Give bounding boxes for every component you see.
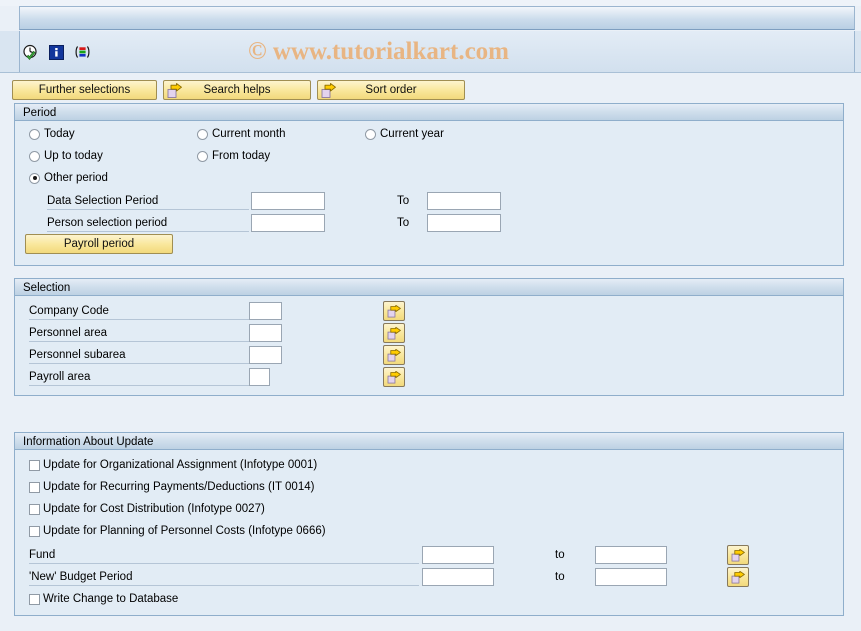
fund-label: Fund: [29, 549, 419, 564]
radio-up-to-today-label: Up to today: [44, 150, 103, 162]
new-budget-period-to-input[interactable]: [595, 568, 667, 586]
new-budget-period-label: 'New' Budget Period: [29, 571, 419, 586]
fund-select-button[interactable]: [727, 545, 749, 565]
fund-to-label: to: [555, 549, 565, 561]
new-budget-period-from-input[interactable]: [422, 568, 494, 586]
radio-from-today-marker[interactable]: [197, 151, 208, 162]
arrow-right-icon: [321, 83, 337, 102]
radio-from-today[interactable]: From today: [197, 150, 270, 162]
window-titlebar: [19, 6, 855, 30]
checkbox-cost-distribution-box[interactable]: [29, 504, 40, 515]
update-panel: Information About Update Update for Orga…: [14, 432, 844, 616]
personnel-area-label: Personnel area: [29, 327, 261, 342]
radio-other-period-marker[interactable]: [29, 173, 40, 184]
checkbox-org-assignment[interactable]: Update for Organizational Assignment (In…: [29, 459, 317, 471]
radio-current-year[interactable]: Current year: [365, 128, 444, 140]
checkbox-personnel-costs-label: Update for Planning of Personnel Costs (…: [43, 525, 326, 537]
checkbox-org-assignment-label: Update for Organizational Assignment (In…: [43, 459, 317, 471]
radio-up-to-today[interactable]: Up to today: [29, 150, 103, 162]
radio-current-month-marker[interactable]: [197, 129, 208, 140]
sort-order-label: Sort order: [322, 84, 460, 96]
radio-from-today-label: From today: [212, 150, 270, 162]
radio-current-year-label: Current year: [380, 128, 444, 140]
payroll-period-button[interactable]: Payroll period: [25, 234, 173, 254]
payroll-area-select-button[interactable]: [383, 367, 405, 387]
checkbox-recurring-payments[interactable]: Update for Recurring Payments/Deductions…: [29, 481, 314, 493]
arrow-right-icon: [167, 83, 183, 102]
data-selection-period-label: Data Selection Period: [47, 195, 249, 210]
radio-current-month-label: Current month: [212, 128, 286, 140]
arrow-right-icon: [731, 549, 746, 562]
payroll-period-label: Payroll period: [64, 238, 134, 250]
payroll-area-label: Payroll area: [29, 371, 261, 386]
personnel-subarea-label: Personnel subarea: [29, 349, 261, 364]
checkbox-write-change-label: Write Change to Database: [43, 593, 178, 605]
search-helps-label: Search helps: [168, 84, 306, 96]
period-panel-title: Period: [15, 104, 843, 121]
arrow-right-icon: [387, 327, 402, 340]
checkbox-recurring-payments-label: Update for Recurring Payments/Deductions…: [43, 481, 314, 493]
arrow-right-icon: [387, 349, 402, 362]
radio-today-marker[interactable]: [29, 129, 40, 140]
radio-current-year-marker[interactable]: [365, 129, 376, 140]
update-panel-title: Information About Update: [15, 433, 843, 450]
person-selection-period-label: Person selection period: [47, 217, 249, 232]
further-selections-button[interactable]: Further selections: [12, 80, 157, 100]
radio-up-to-today-marker[interactable]: [29, 151, 40, 162]
period-panel: Period Today Current month Current year …: [14, 103, 844, 266]
radio-today[interactable]: Today: [29, 128, 75, 140]
checkbox-cost-distribution[interactable]: Update for Cost Distribution (Infotype 0…: [29, 503, 265, 515]
radio-other-period[interactable]: Other period: [29, 172, 108, 184]
company-code-select-button[interactable]: [383, 301, 405, 321]
payroll-area-input[interactable]: [249, 368, 270, 386]
new-budget-period-to-label: to: [555, 571, 565, 583]
checkbox-org-assignment-box[interactable]: [29, 460, 40, 471]
sap-selection-screen: © www.tutorialkart.com Further selection…: [0, 0, 861, 631]
arrow-right-icon: [387, 305, 402, 318]
fund-to-input[interactable]: [595, 546, 667, 564]
toolbar-icon-group: [22, 44, 91, 61]
action-button-row: Further selections Search helps Sort ord…: [12, 80, 465, 100]
sort-order-button[interactable]: Sort order: [317, 80, 465, 100]
selection-panel: Selection Company Code Personnel area Pe…: [14, 278, 844, 396]
checkbox-recurring-payments-box[interactable]: [29, 482, 40, 493]
arrow-right-icon: [731, 571, 746, 584]
personnel-area-input[interactable]: [249, 324, 282, 342]
person-selection-period-to-label: To: [397, 217, 409, 229]
radio-other-period-label: Other period: [44, 172, 108, 184]
new-budget-period-select-button[interactable]: [727, 567, 749, 587]
further-selections-label: Further selections: [17, 84, 152, 96]
radio-current-month[interactable]: Current month: [197, 128, 286, 140]
execute-clock-icon[interactable]: [22, 44, 39, 61]
selection-panel-title: Selection: [15, 279, 843, 296]
arrow-right-icon: [387, 371, 402, 384]
company-code-label: Company Code: [29, 305, 261, 320]
variant-icon[interactable]: [74, 44, 91, 61]
fund-from-input[interactable]: [422, 546, 494, 564]
person-selection-period-from-input[interactable]: [251, 214, 325, 232]
data-selection-period-to-label: To: [397, 195, 409, 207]
checkbox-cost-distribution-label: Update for Cost Distribution (Infotype 0…: [43, 503, 265, 515]
personnel-area-select-button[interactable]: [383, 323, 405, 343]
checkbox-personnel-costs-box[interactable]: [29, 526, 40, 537]
company-code-input[interactable]: [249, 302, 282, 320]
personnel-subarea-input[interactable]: [249, 346, 282, 364]
checkbox-write-change-box[interactable]: [29, 594, 40, 605]
personnel-subarea-select-button[interactable]: [383, 345, 405, 365]
data-selection-period-to-input[interactable]: [427, 192, 501, 210]
checkbox-write-change-to-database[interactable]: Write Change to Database: [29, 593, 178, 605]
radio-today-label: Today: [44, 128, 75, 140]
watermark: © www.tutorialkart.com: [248, 38, 509, 66]
checkbox-personnel-costs[interactable]: Update for Planning of Personnel Costs (…: [29, 525, 326, 537]
data-selection-period-from-input[interactable]: [251, 192, 325, 210]
person-selection-period-to-input[interactable]: [427, 214, 501, 232]
search-helps-button[interactable]: Search helps: [163, 80, 311, 100]
info-icon[interactable]: [48, 44, 65, 61]
